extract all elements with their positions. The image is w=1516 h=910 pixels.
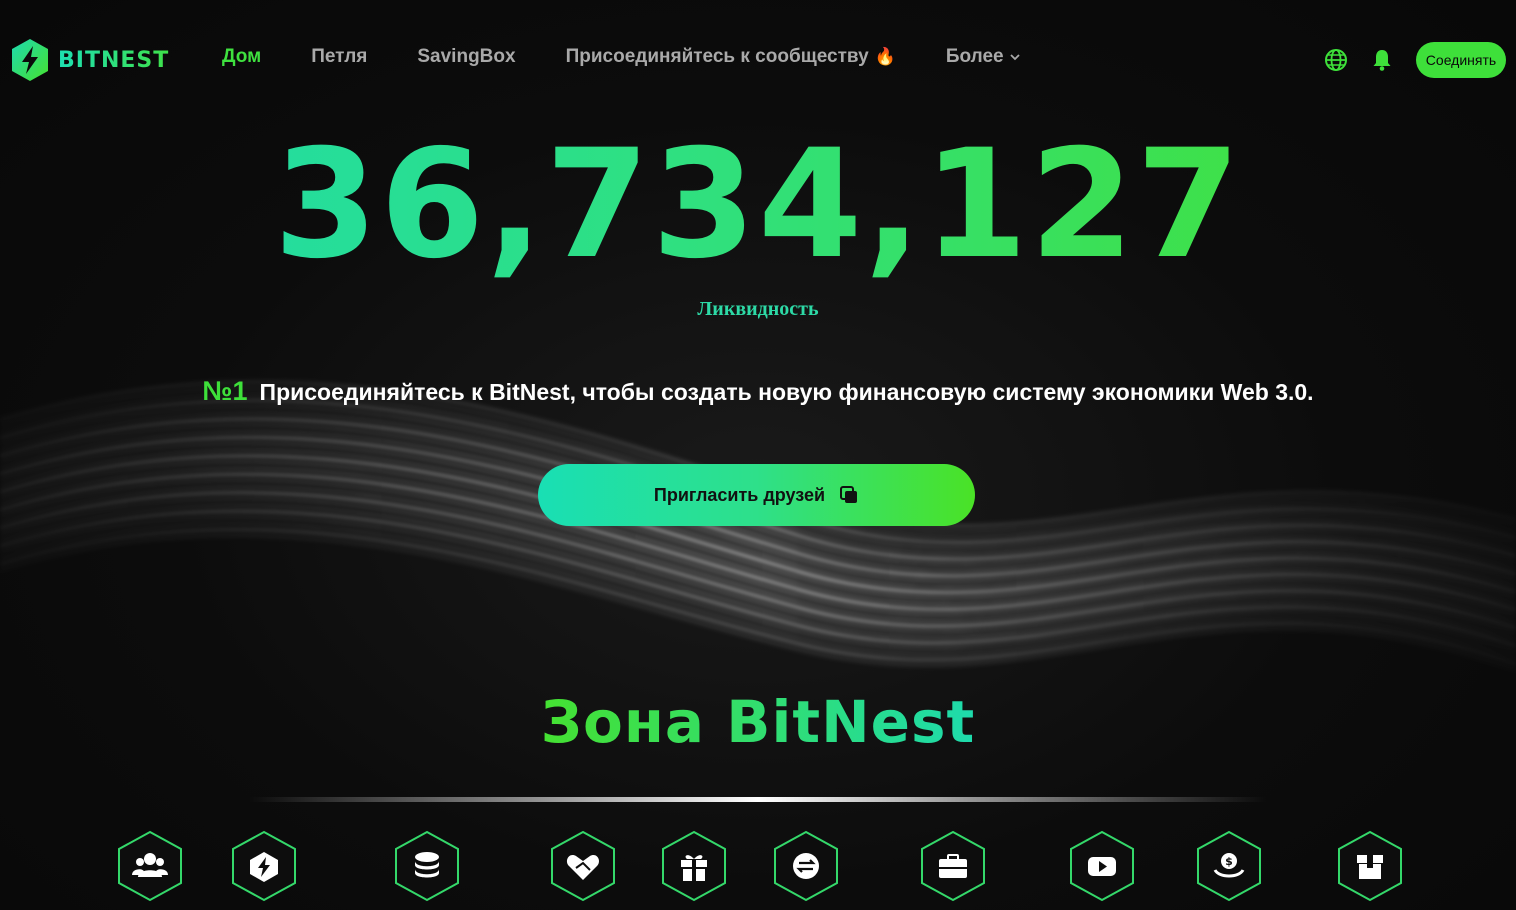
nav-loop[interactable]: Петля [311,46,367,68]
bitnest-logo-icon [12,39,48,81]
bitnest-logo[interactable]: BITNEST [10,38,169,82]
connect-wallet-button[interactable]: Соединять [1416,42,1506,78]
bolt-icon[interactable] [231,830,297,902]
svg-text:$: $ [1225,855,1233,868]
tagline-text: Присоединяйтесь к BitNest, чтобы создать… [259,379,1314,405]
tagline: №1 Присоединяйтесь к BitNest, чтобы созда… [0,376,1516,407]
gift-icon[interactable] [661,830,727,902]
globe-icon[interactable] [1324,48,1348,72]
section-divider [250,797,1266,802]
rank-badge: №1 [202,376,248,406]
chevron-down-icon [1009,54,1020,61]
top-navbar: BITNEST Дом Петля SavingBox Присоединяйт… [0,0,1516,118]
invite-friends-button[interactable]: Пригласить друзей [538,464,975,526]
nav-home[interactable]: Дом [222,46,261,68]
exchange-icon[interactable] [773,830,839,902]
handshake-heart-icon[interactable] [550,830,616,902]
nav-community[interactable]: Присоединяйтесь к сообществу 🔥 [566,46,896,68]
copy-icon [840,486,858,503]
header-actions: Соединять [1324,42,1506,78]
nav-more[interactable]: Более [946,46,1020,68]
video-play-icon[interactable] [1069,830,1135,902]
main-nav: Дом Петля SavingBox Присоединяйтесь к со… [222,46,1070,68]
coins-stack-icon[interactable] [394,830,460,902]
invite-friends-label: Пригласить друзей [653,484,826,505]
liquidity-value: 36,734,127 [0,130,1516,280]
liquidity-label: Ликвидность [697,298,819,320]
nav-more-label: Более [945,46,1004,67]
nav-community-label: Присоединяйтесь к сообществу [565,46,869,67]
dollar-hand-icon[interactable]: $ [1196,830,1262,902]
bell-icon[interactable] [1370,48,1394,72]
page: BITNEST Дом Петля SavingBox Присоединяйт… [0,0,1516,910]
box-icon[interactable] [1337,830,1403,902]
brand-name: BITNEST [58,47,170,73]
zone-title: Зона BitNest [0,688,1516,756]
briefcase-icon[interactable] [920,830,986,902]
fire-icon: 🔥 [874,47,896,66]
nav-savingbox[interactable]: SavingBox [417,46,515,68]
users-icon[interactable] [117,830,183,902]
